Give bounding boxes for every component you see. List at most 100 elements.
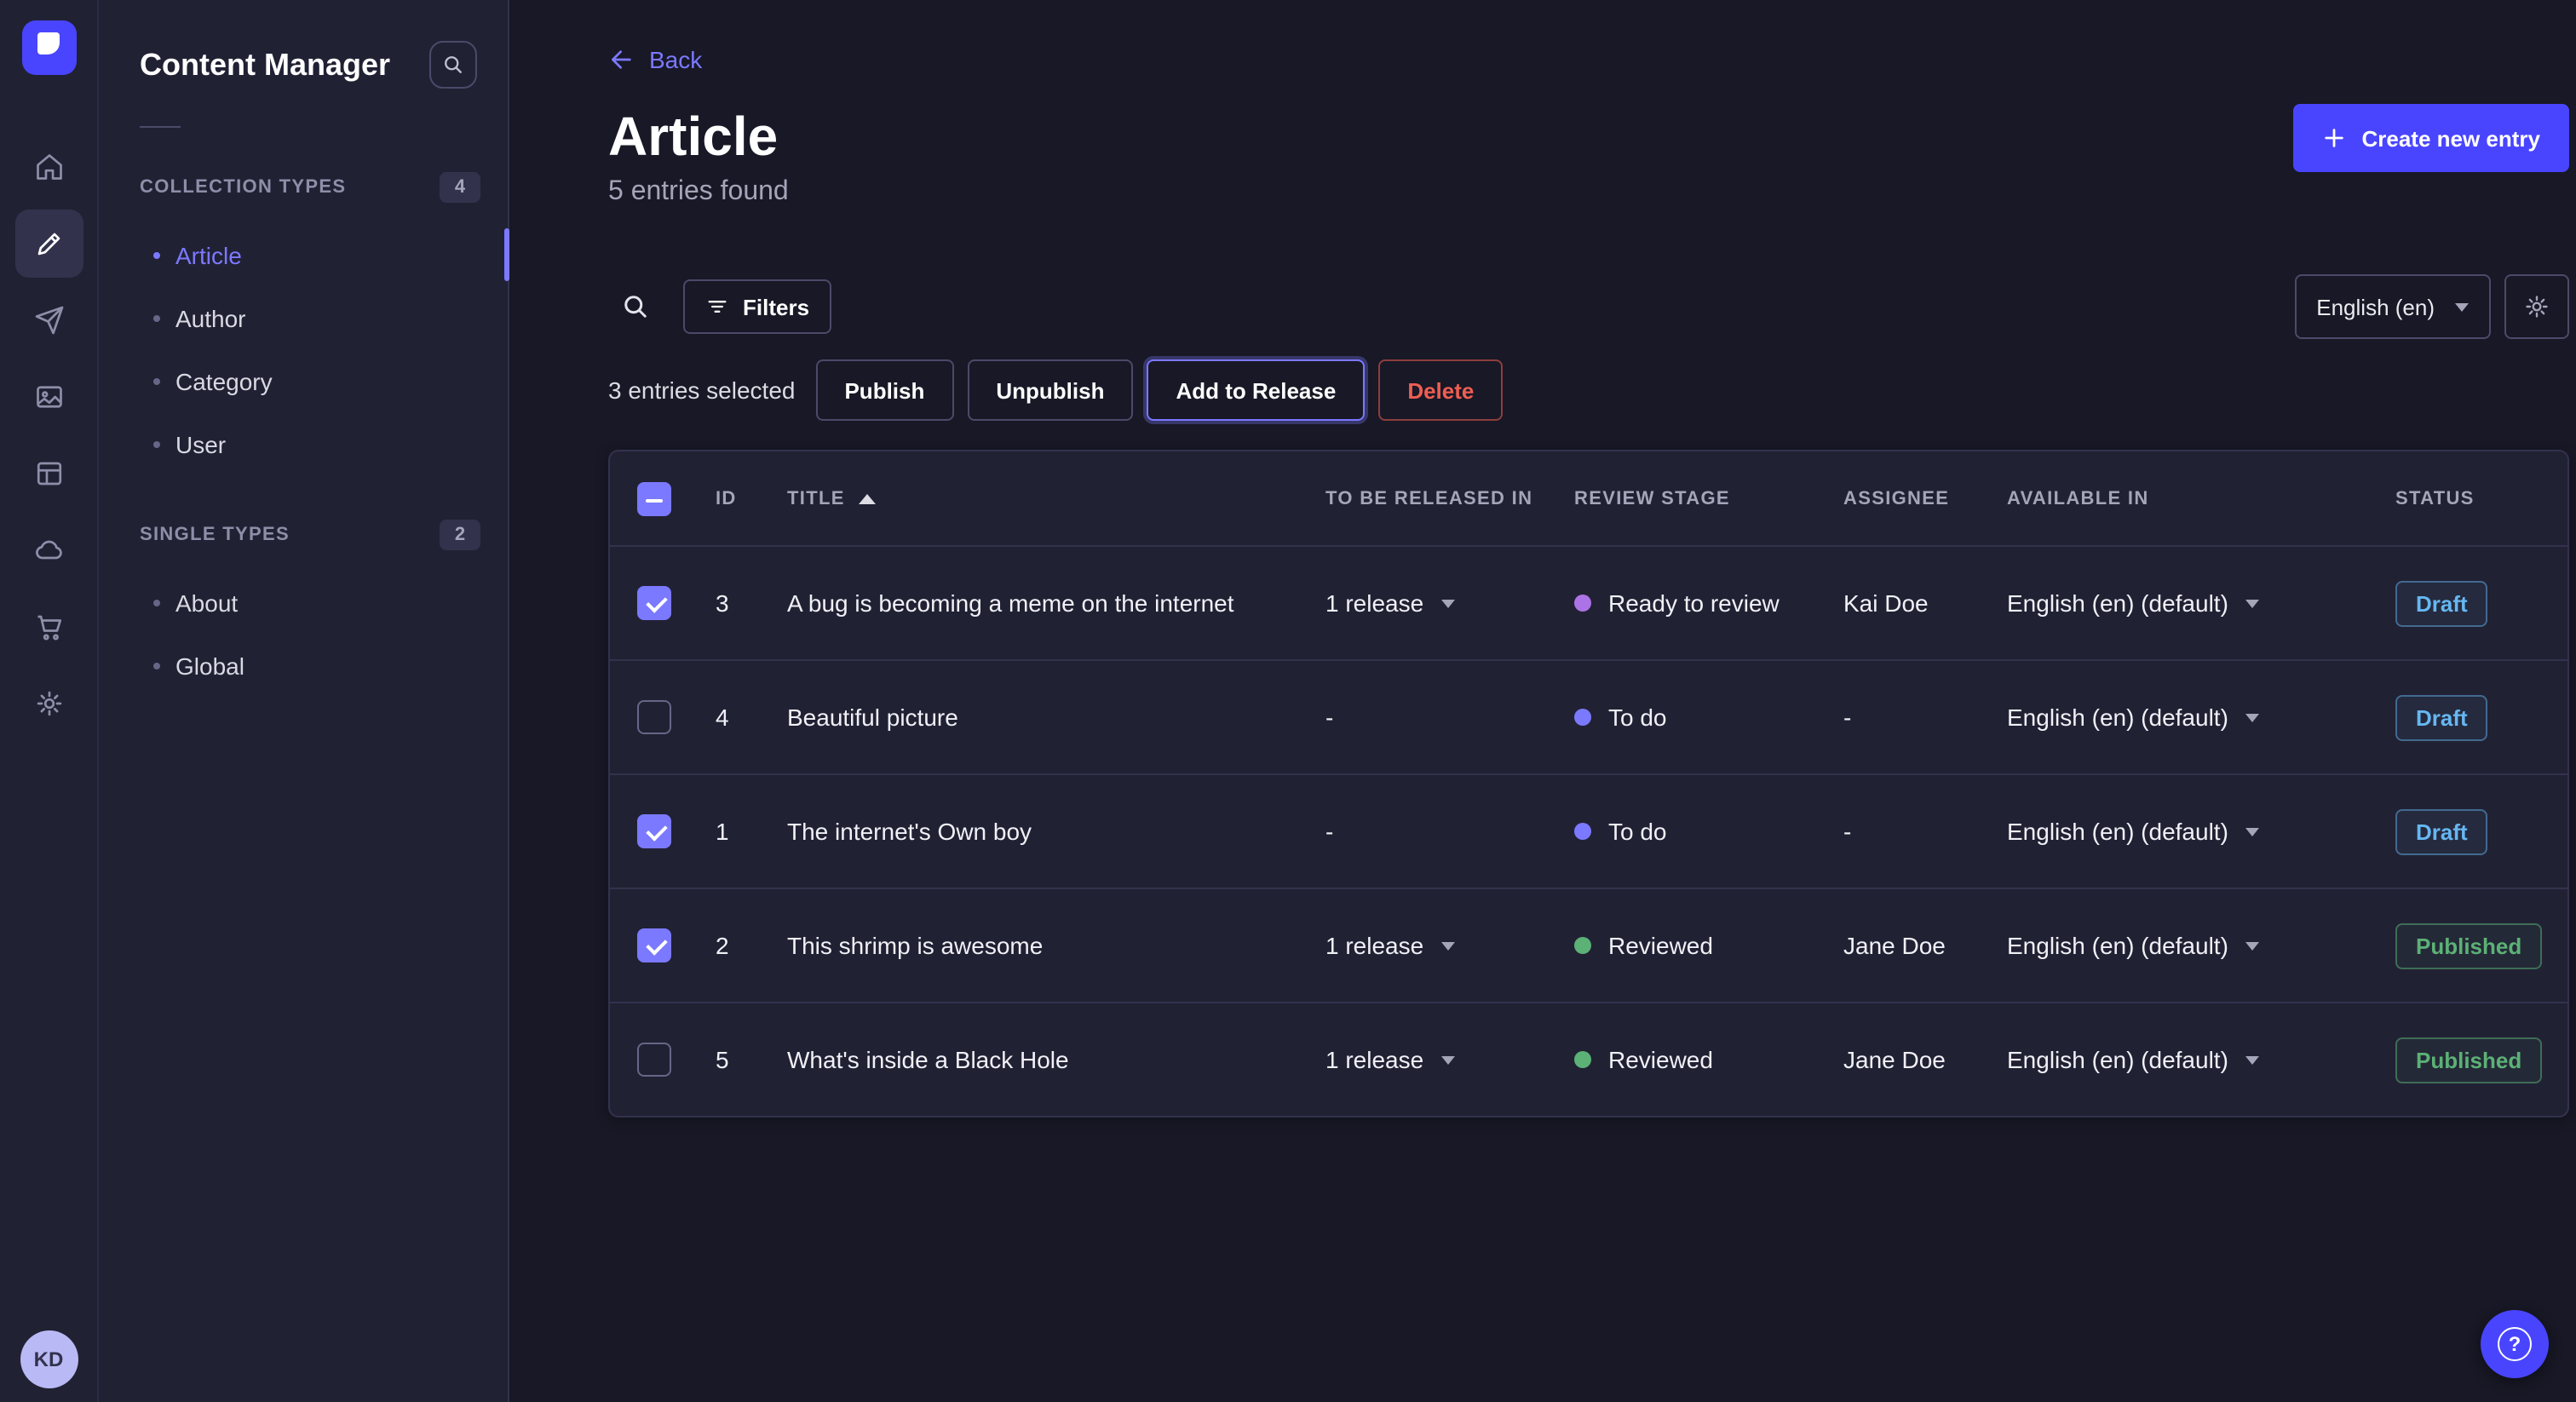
back-link[interactable]: Back xyxy=(608,46,702,73)
row-assignee: - xyxy=(1816,818,1980,845)
filters-button[interactable]: Filters xyxy=(683,279,831,334)
subnav-item-category[interactable]: Category xyxy=(99,349,508,412)
strapi-logo[interactable] xyxy=(21,20,76,75)
table-body: 3A bug is becoming a meme on the interne… xyxy=(610,545,2567,1116)
row-review-stage: To do xyxy=(1547,818,1816,845)
table-row[interactable]: 4Beautiful picture-To do-English (en) (d… xyxy=(610,659,2567,773)
subnav-item-label: User xyxy=(175,430,226,457)
help-button[interactable]: ? xyxy=(2481,1310,2549,1378)
count-badge: 2 xyxy=(440,520,480,550)
section-label: COLLECTION TYPES xyxy=(140,177,346,198)
table-header-row: ID TITLE TO BE RELEASED IN REVIEW STAGE … xyxy=(610,451,2567,545)
row-checkbox[interactable] xyxy=(637,928,671,962)
release-label: 1 release xyxy=(1325,589,1423,617)
chevron-down-icon xyxy=(1440,941,1454,950)
column-header-id[interactable]: ID xyxy=(688,488,760,509)
locale-label: English (en) (default) xyxy=(2007,589,2228,617)
row-title: This shrimp is awesome xyxy=(760,932,1298,959)
subnav-item-about[interactable]: About xyxy=(99,571,508,634)
row-id: 4 xyxy=(688,704,760,731)
review-stage-label: To do xyxy=(1608,818,1667,845)
row-release[interactable]: 1 release xyxy=(1298,589,1547,617)
bullet-icon xyxy=(153,440,160,447)
chevron-down-icon xyxy=(2455,302,2469,311)
add-to-release-button[interactable]: Add to Release xyxy=(1147,359,1365,421)
chevron-down-icon xyxy=(1440,599,1454,607)
release-label: 1 release xyxy=(1325,1046,1423,1073)
locale-label: English (en) (default) xyxy=(2007,1046,2228,1073)
review-stage-dot-icon xyxy=(1574,595,1591,612)
page-heading: Article 5 entries found xyxy=(608,104,789,208)
app-window: KD Content Manager COLLECTION TYPES 4 Ar… xyxy=(0,0,2576,1402)
row-checkbox[interactable] xyxy=(637,586,671,620)
column-header-available-in: AVAILABLE IN xyxy=(1980,488,2368,509)
row-checkbox[interactable] xyxy=(637,1043,671,1077)
table-row[interactable]: 2This shrimp is awesome1 releaseReviewed… xyxy=(610,888,2567,1002)
row-id: 5 xyxy=(688,1046,760,1073)
image-icon xyxy=(33,382,64,412)
publish-button[interactable]: Publish xyxy=(815,359,953,421)
review-stage-dot-icon xyxy=(1574,709,1591,726)
main-nav-icons xyxy=(14,133,83,738)
subnav-item-author[interactable]: Author xyxy=(99,286,508,349)
column-header-title[interactable]: TITLE xyxy=(760,488,1298,509)
table-row[interactable]: 1The internet's Own boy-To do-English (e… xyxy=(610,773,2567,888)
column-header-release: TO BE RELEASED IN xyxy=(1298,488,1547,509)
media-library-nav-button[interactable] xyxy=(14,363,83,431)
row-available-in[interactable]: English (en) (default) xyxy=(1980,1046,2368,1073)
subnav-item-user[interactable]: User xyxy=(99,412,508,475)
chevron-down-icon xyxy=(2245,1055,2259,1064)
home-nav-button[interactable] xyxy=(14,133,83,201)
row-checkbox[interactable] xyxy=(637,700,671,734)
locale-label: English (en) (default) xyxy=(2007,818,2228,845)
entries-count: 5 entries found xyxy=(608,177,789,208)
table-row[interactable]: 5What's inside a Black Hole1 releaseRevi… xyxy=(610,1002,2567,1116)
row-available-in[interactable]: English (en) (default) xyxy=(1980,589,2368,617)
row-review-stage: To do xyxy=(1547,704,1816,731)
content-type-builder-nav-button[interactable] xyxy=(14,440,83,508)
subnav-item-article[interactable]: Article xyxy=(99,223,508,286)
row-id: 2 xyxy=(688,932,760,959)
settings-nav-button[interactable] xyxy=(14,669,83,738)
table-row[interactable]: 3A bug is becoming a meme on the interne… xyxy=(610,545,2567,659)
collection-types-list: ArticleAuthorCategory User xyxy=(99,223,508,475)
view-settings-button[interactable] xyxy=(2504,274,2569,339)
main-content: Back Article 5 entries found Create new … xyxy=(509,0,2576,1402)
column-header-status: STATUS xyxy=(2368,488,2567,509)
row-available-in[interactable]: English (en) (default) xyxy=(1980,704,2368,731)
unpublish-button[interactable]: Unpublish xyxy=(967,359,1133,421)
subnav-item-global[interactable]: Global xyxy=(99,634,508,697)
avatar[interactable]: KD xyxy=(20,1330,78,1388)
row-release[interactable]: 1 release xyxy=(1298,1046,1547,1073)
row-available-in[interactable]: English (en) (default) xyxy=(1980,932,2368,959)
row-release[interactable]: 1 release xyxy=(1298,932,1547,959)
marketplace-nav-button[interactable] xyxy=(14,593,83,661)
chevron-down-icon xyxy=(2245,941,2259,950)
subnav-search-button[interactable] xyxy=(429,41,477,89)
row-checkbox[interactable] xyxy=(637,814,671,848)
plus-icon xyxy=(2322,126,2346,150)
review-stage-label: Reviewed xyxy=(1608,1046,1713,1073)
row-id: 1 xyxy=(688,818,760,845)
bullet-icon xyxy=(153,314,160,321)
filter-icon xyxy=(705,295,729,319)
paper-plane-icon xyxy=(33,305,64,336)
content-manager-nav-button[interactable] xyxy=(14,210,83,278)
status-badge: Draft xyxy=(2395,808,2488,854)
section-label: SINGLE TYPES xyxy=(140,525,290,545)
status-badge: Draft xyxy=(2395,694,2488,740)
chevron-down-icon xyxy=(2245,599,2259,607)
deploy-nav-button[interactable] xyxy=(14,516,83,584)
chevron-down-icon xyxy=(2245,827,2259,836)
create-new-entry-button[interactable]: Create new entry xyxy=(2293,104,2569,172)
delete-button[interactable]: Delete xyxy=(1378,359,1503,421)
entries-table: ID TITLE TO BE RELEASED IN REVIEW STAGE … xyxy=(608,450,2569,1118)
status-badge: Published xyxy=(2395,1037,2542,1083)
search-button[interactable] xyxy=(608,279,663,334)
status-badge: Published xyxy=(2395,922,2542,968)
locale-select[interactable]: English (en) xyxy=(2294,274,2491,339)
feather-icon xyxy=(33,228,64,259)
select-all-checkbox[interactable] xyxy=(637,481,671,515)
row-available-in[interactable]: English (en) (default) xyxy=(1980,818,2368,845)
releases-nav-button[interactable] xyxy=(14,286,83,354)
